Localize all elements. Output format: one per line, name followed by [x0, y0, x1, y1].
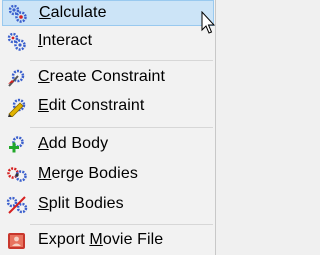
menu-item-label: Edit Constraint [38, 97, 145, 114]
split-bodies-icon [6, 196, 28, 214]
merge-bodies-icon [7, 167, 27, 182]
add-body-icon [9, 136, 24, 153]
menu-item-merge-bodies[interactable]: Merge Bodies [2, 162, 214, 188]
menu-item-interact[interactable]: Interact [2, 29, 214, 55]
menu-separator [30, 127, 213, 128]
menu-item-label: Add Body [38, 135, 109, 152]
menu-item-label: Calculate [39, 4, 107, 21]
create-constraint-icon [8, 69, 25, 87]
menu-item-edit-constraint[interactable]: Edit Constraint [2, 94, 214, 120]
menu-item-label: Split Bodies [38, 195, 124, 212]
mouse-cursor-icon [201, 11, 215, 34]
menu-item-split-bodies[interactable]: Split Bodies [2, 192, 214, 218]
edit-constraint-icon [8, 98, 26, 117]
menu-item-label: Create Constraint [38, 68, 166, 85]
menu-item-add-body[interactable]: Add Body [2, 132, 214, 158]
menu-separator [30, 224, 213, 225]
movie-file-icon [8, 233, 25, 249]
menu-item-label: Export Movie File [38, 231, 164, 248]
menu-separator [30, 60, 213, 61]
menu-item-create-constraint[interactable]: Create Constraint [2, 65, 214, 91]
context-menu: Calculate Interact Create Constraint Edi… [0, 0, 216, 255]
gears-calculate-icon [8, 4, 27, 23]
gears-interact-icon [7, 32, 26, 51]
menu-item-calculate[interactable]: Calculate [2, 0, 214, 26]
menu-item-label: Merge Bodies [38, 165, 138, 182]
menu-item-label: Interact [38, 32, 93, 49]
menu-item-export-movie-file[interactable]: Export Movie File [2, 228, 214, 254]
